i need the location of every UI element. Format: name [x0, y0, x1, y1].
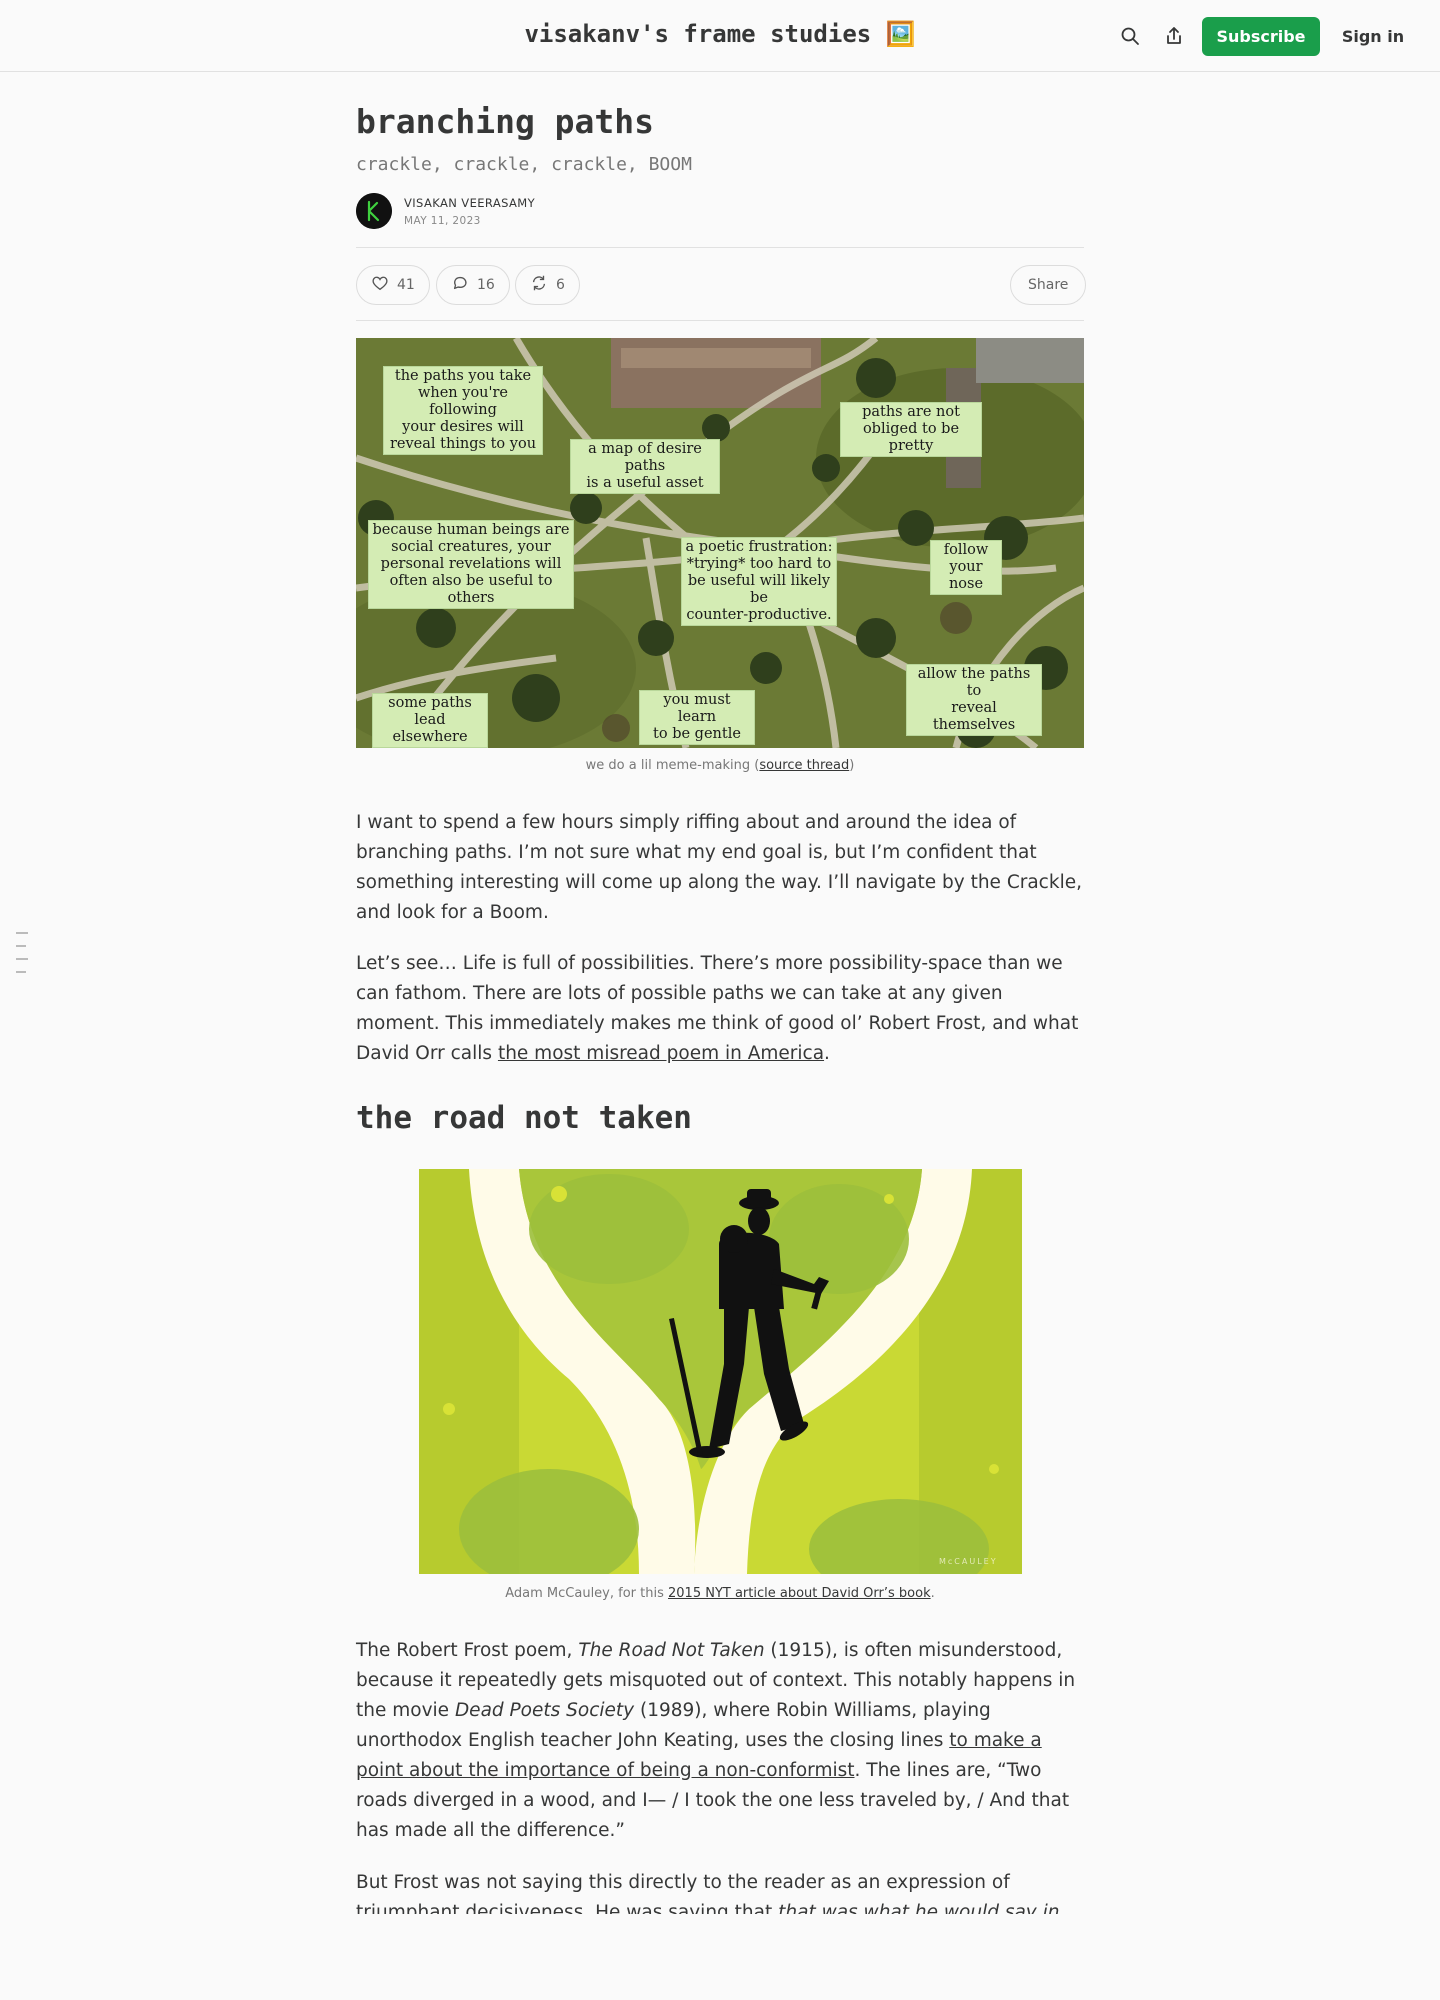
- comment-button[interactable]: 16: [436, 265, 510, 305]
- meme-caption-label: paths are not obliged to be pretty: [840, 402, 982, 457]
- post-date: MAY 11, 2023: [404, 215, 481, 227]
- author-avatar[interactable]: [356, 193, 392, 229]
- restack-button[interactable]: 6: [515, 265, 580, 305]
- paragraph-text: The Robert Frost poem,: [356, 1640, 579, 1661]
- illustration-signature: McCAULEY: [939, 1557, 998, 1566]
- paragraph: But Frost was not saying this directly t…: [356, 1868, 1084, 1914]
- sign-in-button[interactable]: Sign in: [1336, 17, 1410, 56]
- misread-poem-link[interactable]: the most misread poem in America: [498, 1043, 824, 1064]
- caption-text: ): [849, 758, 855, 773]
- paragraph: Let’s see… Life is full of possibilities…: [356, 949, 1084, 1069]
- paragraph-clip: But Frost was not saying this directly t…: [356, 1868, 1084, 1914]
- paragraph-text: .: [824, 1043, 830, 1064]
- caption-text: we do a lil meme-making (: [585, 758, 760, 773]
- author-name[interactable]: VISAKAN VEERASAMY: [404, 196, 535, 210]
- meme-caption-label: a map of desire paths is a useful asset: [570, 439, 720, 494]
- nyt-article-link[interactable]: 2015 NYT article about David Orr’s book: [668, 1586, 931, 1601]
- post-title: branching paths: [356, 102, 655, 141]
- caption-text: .: [930, 1586, 935, 1601]
- caption-text: Adam McCauley, for this: [505, 1586, 669, 1601]
- road-not-taken-illustration[interactable]: McCAULEY: [419, 1169, 1022, 1574]
- table-of-contents-toggle[interactable]: [16, 932, 28, 984]
- divider: [356, 320, 1084, 321]
- divider: [356, 247, 1084, 248]
- comment-count: 16: [477, 277, 495, 293]
- post-subtitle: crackle, crackle, crackle, BOOM: [356, 154, 692, 175]
- hero-caption: we do a lil meme-making (source thread): [356, 758, 1084, 773]
- paragraph: The Robert Frost poem, The Road Not Take…: [356, 1636, 1084, 1846]
- search-icon[interactable]: [1116, 22, 1144, 50]
- like-button[interactable]: 41: [356, 265, 430, 305]
- share-button[interactable]: Share: [1010, 265, 1087, 305]
- share-icon[interactable]: [1160, 22, 1188, 50]
- heart-icon: [371, 274, 389, 296]
- hiker-fork-illustration: McCAULEY: [419, 1169, 1022, 1574]
- source-thread-link[interactable]: source thread: [759, 758, 849, 773]
- byline: VISAKAN VEERASAMY MAY 11, 2023: [356, 193, 1084, 231]
- restack-count: 6: [556, 277, 565, 293]
- paragraph-emphasis: that was what he would say in: [778, 1902, 1060, 1914]
- comment-icon: [451, 274, 469, 296]
- post-actions: 41 16 6 Share: [356, 265, 1087, 305]
- restack-icon: [530, 274, 548, 296]
- meme-caption-label: a poetic frustration: *trying* too hard …: [681, 537, 837, 626]
- like-count: 41: [397, 277, 415, 293]
- top-navigation-bar: visakanv's frame studies 🖼️ Subscribe Si…: [0, 0, 1440, 72]
- paragraph: I want to spend a few hours simply riffi…: [356, 812, 1082, 923]
- meme-caption-label: follow your nose: [930, 540, 1002, 595]
- meme-caption-label: allow the paths to reveal themselves: [906, 664, 1042, 736]
- meme-caption-label: because human beings are social creature…: [368, 520, 574, 609]
- section-heading: the road not taken: [356, 1100, 692, 1136]
- meme-caption-label: the paths you take when you're following…: [383, 366, 543, 455]
- movie-title: Dead Poets Society: [454, 1700, 635, 1721]
- meme-caption-label: you must learn to be gentle: [639, 690, 755, 745]
- meme-caption-label: some paths lead elsewhere: [372, 693, 488, 748]
- poem-title: The Road Not Taken: [578, 1640, 765, 1661]
- subscribe-button[interactable]: Subscribe: [1202, 17, 1320, 56]
- road-caption: Adam McCauley, for this 2015 NYT article…: [356, 1586, 1084, 1601]
